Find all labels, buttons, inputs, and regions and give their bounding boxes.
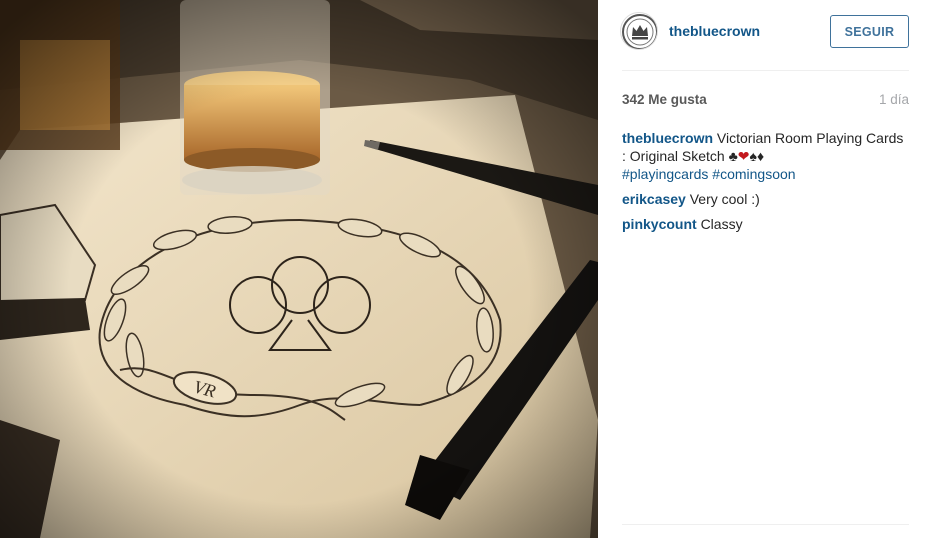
post-username[interactable]: thebluecrown bbox=[669, 23, 760, 39]
spade-diamond-suit-icon: ♠♦ bbox=[749, 148, 765, 164]
caption-username[interactable]: thebluecrown bbox=[622, 130, 713, 146]
sketch-photo-illustration: VR bbox=[0, 0, 598, 538]
comment-username[interactable]: pinkycount bbox=[622, 216, 697, 232]
likes-count[interactable]: 342 Me gusta bbox=[622, 92, 707, 107]
hashtag-link[interactable]: #playingcards bbox=[622, 166, 708, 182]
post-header: thebluecrown SEGUIR bbox=[620, 12, 909, 52]
post-timestamp[interactable]: 1 día bbox=[879, 92, 909, 107]
comment-text: Very cool :) bbox=[689, 191, 760, 207]
comment-text: Classy bbox=[700, 216, 743, 232]
hashtag-link[interactable]: #comingsoon bbox=[712, 166, 795, 182]
avatar[interactable] bbox=[620, 12, 658, 50]
comment-item: pinkycount Classy bbox=[622, 215, 909, 233]
comment-username[interactable]: erikcasey bbox=[622, 191, 686, 207]
heart-suit-icon: ❤ bbox=[737, 148, 750, 164]
caption: thebluecrown Victorian Room Playing Card… bbox=[622, 129, 909, 183]
club-suit-icon: ♣ bbox=[728, 148, 738, 164]
follow-button[interactable]: SEGUIR bbox=[830, 15, 909, 48]
likes-row: 342 Me gusta 1 día bbox=[622, 92, 909, 110]
comments-list: thebluecrown Victorian Room Playing Card… bbox=[622, 129, 909, 240]
footer-divider bbox=[622, 524, 909, 525]
crown-logo-icon bbox=[622, 14, 657, 49]
post-sidebar: thebluecrown SEGUIR 342 Me gusta 1 día t… bbox=[598, 0, 929, 538]
header-divider bbox=[622, 70, 909, 71]
comment-item: erikcasey Very cool :) bbox=[622, 190, 909, 208]
post-photo[interactable]: VR bbox=[0, 0, 598, 538]
